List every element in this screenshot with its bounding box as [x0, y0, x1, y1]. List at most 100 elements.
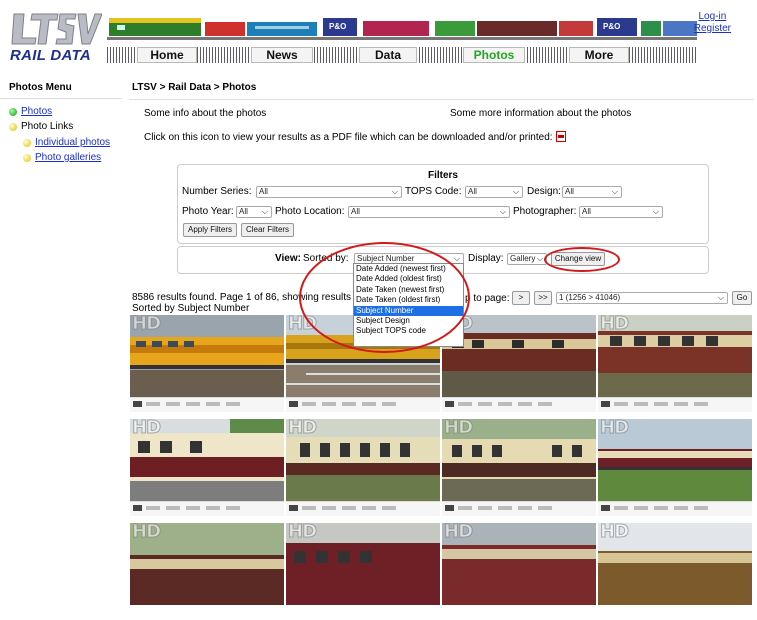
jump-to-page-label: p to page: — [465, 293, 510, 304]
photo-thumbnail[interactable]: HD — [286, 419, 440, 516]
yellow-bullet-icon — [23, 153, 31, 162]
hd-badge: HD — [599, 419, 629, 439]
photos-menu: Photos Menu Photos Photo Links Individua… — [0, 72, 124, 586]
rail-data-logo-text: RAIL DATA — [10, 47, 92, 64]
photographer-label: Photographer: — [513, 206, 577, 217]
photo-thumbnail[interactable]: HD — [286, 523, 440, 620]
photo-caption — [598, 397, 752, 412]
hd-badge: HD — [599, 523, 629, 543]
login-link[interactable]: Log-in — [694, 11, 731, 23]
train-banner-image: P&O P&O — [107, 18, 697, 40]
menu-item-label[interactable]: Photos — [21, 106, 52, 117]
design-select[interactable]: All ⌵ — [562, 186, 622, 198]
photo-thumbnail[interactable]: HD — [442, 315, 596, 412]
design-label: Design: — [527, 186, 561, 197]
divider — [129, 99, 754, 100]
yellow-bullet-icon — [23, 138, 31, 147]
chevron-down-icon: ⌵ — [717, 293, 724, 302]
register-link[interactable]: Register — [694, 23, 731, 35]
hd-badge: HD — [287, 523, 317, 543]
photo-thumbnail[interactable]: HD — [598, 419, 752, 516]
number-series-label: Number Series: — [182, 186, 252, 197]
pdf-icon[interactable] — [555, 131, 566, 142]
hd-badge: HD — [287, 419, 317, 439]
hd-badge: HD — [131, 419, 161, 439]
menu-title: Photos Menu — [0, 72, 122, 99]
photo-location-select[interactable]: All ⌵ — [348, 206, 510, 218]
photo-thumbnail[interactable]: HD — [442, 523, 596, 620]
photo-caption — [286, 501, 440, 516]
chevron-down-icon: ⌵ — [652, 207, 659, 216]
pdf-instructions: Click on this icon to view your results … — [144, 131, 566, 143]
photo-caption — [598, 501, 752, 516]
menu-item-label: Photo Links — [21, 121, 74, 132]
main-content: LTSV > Rail Data > Photos Some info abou… — [124, 72, 757, 605]
photo-thumbnail[interactable]: HD — [130, 523, 284, 620]
number-series-select[interactable]: All ⌵ — [256, 186, 402, 198]
main-nav: Home News Data Photos More — [107, 47, 697, 63]
chevron-down-icon: ⌵ — [499, 207, 506, 216]
go-button[interactable]: Go — [732, 291, 752, 305]
photo-year-label: Photo Year: — [182, 206, 234, 217]
info-text-right: Some more information about the photos — [450, 108, 632, 119]
nav-home[interactable]: Home — [137, 47, 197, 63]
view-label: View: — [275, 253, 301, 264]
menu-item-photos[interactable]: Photos — [9, 106, 52, 117]
filters-panel: Filters Number Series: All ⌵ TOPS Code: A… — [177, 164, 709, 244]
next-page-button[interactable]: > — [512, 291, 530, 305]
menu-item-label[interactable]: Photo galleries — [35, 152, 101, 163]
photo-caption — [442, 397, 596, 412]
results-count: 8586 results found. Page 1 of 86, sho — [132, 292, 299, 303]
photo-location-label: Photo Location: — [275, 206, 345, 217]
menu-item-individual-photos[interactable]: Individual photos — [23, 137, 110, 148]
photo-thumbnail[interactable]: HD — [598, 315, 752, 412]
clear-filters-button[interactable]: Clear Filters — [241, 223, 294, 237]
page-select[interactable]: 1 (1256 > 41046) ⌵ — [556, 292, 728, 304]
photo-caption — [286, 397, 440, 412]
photo-caption — [130, 501, 284, 516]
photo-caption — [130, 397, 284, 412]
sorted-by-summary: Sorted by Subject Number — [132, 303, 250, 314]
chevron-down-icon: ⌵ — [261, 207, 268, 216]
tops-code-label: TOPS Code: — [405, 186, 462, 197]
hd-badge: HD — [131, 523, 161, 543]
account-links: Log-in Register — [694, 11, 731, 35]
display-select[interactable]: Gallery ⌵ — [507, 253, 547, 265]
nav-more[interactable]: More — [569, 47, 629, 63]
photo-thumbnail[interactable]: HD — [598, 523, 752, 620]
last-page-button[interactable]: >> — [534, 291, 552, 305]
info-text-left: Some info about the photos — [144, 108, 267, 119]
nav-news[interactable]: News — [251, 47, 313, 63]
yellow-bullet-icon — [9, 122, 17, 131]
pdf-instructions-text: Click on this icon to view your results … — [144, 132, 553, 143]
apply-filters-button[interactable]: Apply Filters — [183, 223, 237, 237]
menu-item-photo-galleries[interactable]: Photo galleries — [23, 152, 101, 163]
photo-gallery: HD HD HD HD HD HD HD HD HD HD HD — [130, 315, 757, 605]
hd-badge: HD — [443, 419, 473, 439]
tops-code-select[interactable]: All ⌵ — [465, 186, 523, 198]
highlight-ring-sort — [299, 242, 470, 353]
hd-badge: HD — [599, 315, 629, 335]
photo-thumbnail[interactable]: HD — [442, 419, 596, 516]
menu-item-label[interactable]: Individual photos — [35, 137, 110, 148]
hd-badge: HD — [443, 523, 473, 543]
menu-item-photo-links: Photo Links — [9, 121, 73, 132]
filters-title: Filters — [427, 170, 458, 181]
chevron-down-icon: ⌵ — [391, 187, 398, 196]
site-header: RAIL DATA P&O P&O Home News Data Photos … — [0, 0, 757, 72]
photo-year-select[interactable]: All ⌵ — [236, 206, 272, 218]
p-and-o-logo-2: P&O — [603, 22, 620, 31]
ltsv-logo[interactable] — [10, 12, 102, 46]
green-bullet-icon — [9, 107, 17, 116]
chevron-down-icon: ⌵ — [512, 187, 519, 196]
chevron-down-icon: ⌵ — [536, 254, 543, 263]
highlight-ring-change-view — [544, 247, 620, 272]
breadcrumb: LTSV > Rail Data > Photos — [132, 82, 257, 93]
photographer-select[interactable]: All ⌵ — [579, 206, 663, 218]
hd-badge: HD — [131, 315, 161, 335]
photo-thumbnail[interactable]: HD — [130, 315, 284, 412]
nav-photos[interactable]: Photos — [463, 47, 525, 63]
display-label: Display: — [468, 253, 504, 264]
nav-data[interactable]: Data — [359, 47, 417, 63]
photo-thumbnail[interactable]: HD — [130, 419, 284, 516]
